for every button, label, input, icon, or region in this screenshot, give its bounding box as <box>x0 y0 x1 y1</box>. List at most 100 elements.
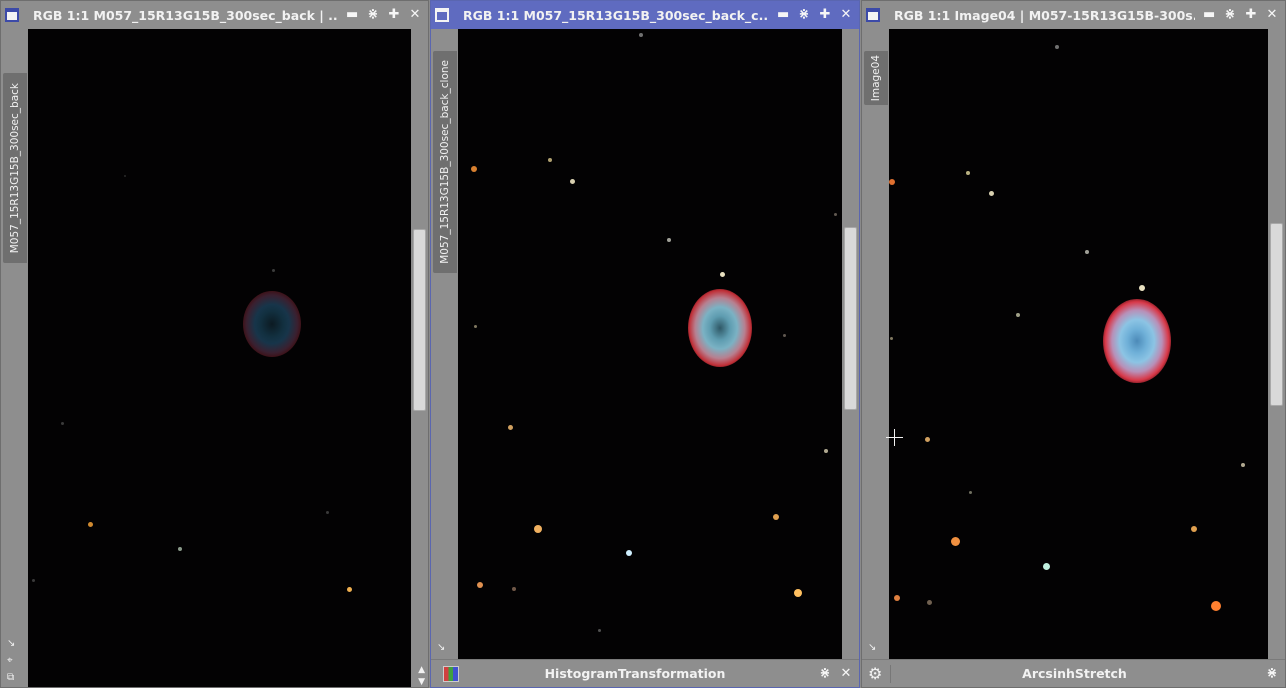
shade-icon[interactable]: ⋇ <box>798 8 810 22</box>
panel-title: HistogramTransformation <box>544 666 726 681</box>
star <box>834 213 837 216</box>
view-tools: ↘ <box>437 640 445 655</box>
close-icon[interactable]: ✕ <box>840 666 852 681</box>
view-tab-label: M057_15R13G15B_300sec_back_clone <box>439 60 451 264</box>
side-strip: Image04 ↘ <box>862 29 889 687</box>
ring-nebula <box>688 289 752 367</box>
close-icon[interactable]: ✕ <box>840 8 852 22</box>
panel-title: ArcsinhStretch <box>1022 666 1127 681</box>
window-title: RGB 1:1 Image04 | M057-15R13G15B-300s... <box>894 7 1195 23</box>
star <box>794 589 802 597</box>
view-tools: ↘ ⌖ ⧉ <box>7 636 15 685</box>
star <box>1085 250 1089 254</box>
maximize-icon[interactable]: ✚ <box>819 8 831 22</box>
view-tab[interactable]: Image04 <box>864 51 888 105</box>
star <box>570 179 575 184</box>
star <box>477 582 483 588</box>
side-strip: M057_15R13G15B_300sec_back ↘ ⌖ ⧉ <box>1 29 28 687</box>
star <box>512 587 516 591</box>
scrollbar-thumb[interactable] <box>844 227 857 410</box>
image-window-3[interactable]: RGB 1:1 Image04 | M057-15R13G15B-300s...… <box>861 0 1286 688</box>
star <box>178 547 182 551</box>
scroll-up-icon[interactable]: ▲ <box>418 665 425 675</box>
zoom-fit-icon[interactable]: ⌖ <box>7 653 15 668</box>
vertical-scrollbar[interactable] <box>1268 29 1285 659</box>
title-bar[interactable]: RGB 1:1 M057_15R13G15B_300sec_back_c... … <box>431 1 859 29</box>
window-icon[interactable] <box>435 8 449 22</box>
star <box>1191 526 1197 532</box>
star <box>32 579 35 582</box>
star <box>824 449 828 453</box>
star <box>1055 45 1059 49</box>
star <box>326 511 329 514</box>
scrollbar-thumb[interactable] <box>1270 223 1283 406</box>
star <box>639 33 643 37</box>
vertical-scrollbar[interactable] <box>842 29 859 659</box>
star <box>272 269 275 272</box>
star <box>890 337 893 340</box>
image-window-1[interactable]: RGB 1:1 M057_15R13G15B_300sec_back | ...… <box>0 0 429 688</box>
star <box>720 272 725 277</box>
scrollbar-thumb[interactable] <box>413 229 426 411</box>
star <box>889 179 895 185</box>
window-icon[interactable] <box>5 8 19 22</box>
star <box>88 522 93 527</box>
shade-icon[interactable]: ⋇ <box>1266 666 1278 681</box>
minimize-icon[interactable]: ▬ <box>1203 8 1215 22</box>
window-title: RGB 1:1 M057_15R13G15B_300sec_back | ... <box>33 7 338 23</box>
star <box>927 600 932 605</box>
star <box>61 422 64 425</box>
image-canvas[interactable] <box>28 29 412 687</box>
view-tab[interactable]: M057_15R13G15B_300sec_back_clone <box>433 51 457 273</box>
image-canvas[interactable] <box>458 29 843 661</box>
star <box>598 629 601 632</box>
maximize-icon[interactable]: ✚ <box>388 8 400 22</box>
view-tab-label: M057_15R13G15B_300sec_back <box>9 82 21 254</box>
fit-view-icon[interactable]: ↘ <box>868 640 876 655</box>
side-strip: M057_15R13G15B_300sec_back_clone ↘ <box>431 29 458 687</box>
view-tab[interactable]: M057_15R13G15B_300sec_back <box>3 73 27 263</box>
star <box>773 514 779 520</box>
star <box>966 171 970 175</box>
process-panel-bar[interactable]: ⚙ ArcsinhStretch ⋇ <box>862 659 1285 687</box>
window-title: RGB 1:1 M057_15R13G15B_300sec_back_c... <box>463 7 769 23</box>
gear-icon[interactable]: ⚙ <box>868 664 891 683</box>
window-icon[interactable] <box>866 8 880 22</box>
star <box>925 437 930 442</box>
shade-icon[interactable]: ⋇ <box>1224 8 1236 22</box>
vertical-scrollbar[interactable]: ▲ ▼ <box>411 29 428 687</box>
star <box>1016 313 1020 317</box>
fit-view-icon[interactable]: ↘ <box>437 640 445 655</box>
star <box>534 525 542 533</box>
close-icon[interactable]: ✕ <box>1266 8 1278 22</box>
star <box>347 587 352 592</box>
title-bar[interactable]: RGB 1:1 M057_15R13G15B_300sec_back | ...… <box>1 1 428 29</box>
histogram-icon[interactable] <box>443 665 459 682</box>
ring-nebula <box>1103 299 1171 383</box>
close-icon[interactable]: ✕ <box>409 8 421 22</box>
star <box>626 550 632 556</box>
star <box>1043 563 1050 570</box>
view-tab-label: Image04 <box>870 54 882 102</box>
star <box>1241 463 1245 467</box>
fit-view-icon[interactable]: ↘ <box>7 636 15 651</box>
process-panel-bar[interactable]: HistogramTransformation ⋇ ✕ <box>431 659 859 687</box>
star <box>969 491 972 494</box>
shade-icon[interactable]: ⋇ <box>367 8 379 22</box>
scroll-down-icon[interactable]: ▼ <box>418 677 425 687</box>
maximize-icon[interactable]: ✚ <box>1245 8 1257 22</box>
star <box>471 166 477 172</box>
image-canvas[interactable] <box>889 29 1274 661</box>
view-tools: ↘ <box>868 640 876 655</box>
title-bar[interactable]: RGB 1:1 Image04 | M057-15R13G15B-300s...… <box>862 1 1285 29</box>
minimize-icon[interactable]: ▬ <box>777 8 789 22</box>
crosshair-cursor-icon <box>886 429 903 446</box>
shade-icon[interactable]: ⋇ <box>819 666 831 681</box>
image-window-2[interactable]: RGB 1:1 M057_15R13G15B_300sec_back_c... … <box>430 0 860 688</box>
minimize-icon[interactable]: ▬ <box>346 8 358 22</box>
star <box>894 595 900 601</box>
star <box>1139 285 1145 291</box>
new-view-icon[interactable]: ⧉ <box>7 670 15 685</box>
star <box>124 175 126 177</box>
star <box>474 325 477 328</box>
